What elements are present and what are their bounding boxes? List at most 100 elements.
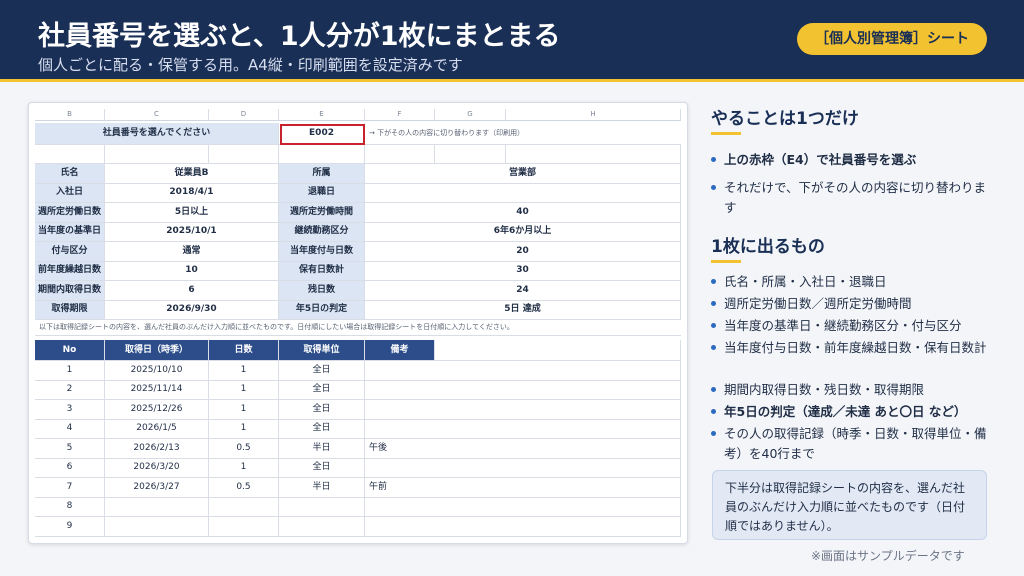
info-value[interactable]: 6 bbox=[105, 281, 279, 301]
record-no[interactable]: 1 bbox=[35, 361, 105, 381]
record-days[interactable]: 1 bbox=[209, 458, 279, 478]
info-value[interactable]: 5日 達成 bbox=[365, 300, 681, 320]
record-remark[interactable] bbox=[365, 380, 681, 400]
record-date[interactable]: 2026/3/20 bbox=[105, 458, 209, 478]
info-label[interactable]: 取得期限 bbox=[35, 300, 105, 320]
info-label[interactable]: 継続勤務区分 bbox=[279, 222, 365, 242]
blank-cell[interactable] bbox=[365, 145, 435, 164]
blank-cell[interactable] bbox=[435, 340, 681, 361]
records-note[interactable]: 以下は取得記録シートの内容を、選んだ社員のぶんだけ入力順に並べたものです。日付順… bbox=[35, 320, 681, 336]
record-remark[interactable] bbox=[365, 400, 681, 420]
column-header-F[interactable]: F bbox=[365, 109, 435, 121]
info-label[interactable]: 保有日数計 bbox=[279, 261, 365, 281]
info-value[interactable]: 2025/10/1 bbox=[105, 222, 279, 242]
info-value[interactable]: 10 bbox=[105, 261, 279, 281]
record-unit[interactable]: 全日 bbox=[279, 361, 365, 381]
record-days[interactable]: 1 bbox=[209, 419, 279, 439]
record-no[interactable]: 4 bbox=[35, 419, 105, 439]
record-date[interactable]: 2026/2/13 bbox=[105, 439, 209, 459]
record-header-cell[interactable]: 備考 bbox=[365, 340, 435, 361]
record-days[interactable] bbox=[209, 517, 279, 537]
record-remark[interactable] bbox=[365, 497, 681, 517]
info-label[interactable]: 付与区分 bbox=[35, 242, 105, 262]
blank-cell[interactable] bbox=[506, 145, 681, 164]
info-value[interactable]: 30 bbox=[365, 261, 681, 281]
column-header-C[interactable]: C bbox=[105, 109, 209, 121]
record-unit[interactable]: 全日 bbox=[279, 419, 365, 439]
record-header-cell[interactable]: 取得単位 bbox=[279, 340, 365, 361]
record-remark[interactable]: 午後 bbox=[365, 439, 681, 459]
employee-prompt-label[interactable]: 社員番号を選んでください bbox=[35, 123, 279, 145]
blank-cell[interactable] bbox=[105, 145, 209, 164]
info-label[interactable]: 年5日の判定 bbox=[279, 300, 365, 320]
record-unit[interactable] bbox=[279, 517, 365, 537]
record-days[interactable] bbox=[209, 497, 279, 517]
column-header-G[interactable]: G bbox=[435, 109, 506, 121]
info-label[interactable]: 期間内取得日数 bbox=[35, 281, 105, 301]
info-value[interactable]: 40 bbox=[365, 203, 681, 223]
record-remark[interactable] bbox=[365, 419, 681, 439]
record-date[interactable]: 2026/3/27 bbox=[105, 478, 209, 498]
record-days[interactable]: 1 bbox=[209, 361, 279, 381]
record-remark[interactable]: 午前 bbox=[365, 478, 681, 498]
record-date[interactable]: 2026/1/5 bbox=[105, 419, 209, 439]
blank-cell[interactable] bbox=[35, 145, 105, 164]
info-value[interactable]: 従業員B bbox=[105, 164, 279, 184]
record-date[interactable]: 2025/11/14 bbox=[105, 380, 209, 400]
record-days[interactable]: 0.5 bbox=[209, 478, 279, 498]
record-no[interactable]: 9 bbox=[35, 517, 105, 537]
info-label[interactable]: 退職日 bbox=[279, 183, 365, 203]
info-label[interactable]: 前年度繰越日数 bbox=[35, 261, 105, 281]
info-value[interactable]: 2026/9/30 bbox=[105, 300, 279, 320]
record-header-cell[interactable]: 日数 bbox=[209, 340, 279, 361]
column-header-H[interactable]: H bbox=[506, 109, 681, 121]
record-date[interactable] bbox=[105, 497, 209, 517]
info-label[interactable]: 週所定労働時間 bbox=[279, 203, 365, 223]
record-unit[interactable]: 全日 bbox=[279, 458, 365, 478]
record-remark[interactable] bbox=[365, 458, 681, 478]
record-no[interactable]: 6 bbox=[35, 458, 105, 478]
record-days[interactable]: 1 bbox=[209, 380, 279, 400]
column-header-D[interactable]: D bbox=[209, 109, 279, 121]
info-value[interactable]: 6年6か月以上 bbox=[365, 222, 681, 242]
record-remark[interactable] bbox=[365, 517, 681, 537]
blank-cell[interactable] bbox=[435, 145, 506, 164]
info-value[interactable]: 20 bbox=[365, 242, 681, 262]
record-no[interactable]: 3 bbox=[35, 400, 105, 420]
info-value[interactable]: 2018/4/1 bbox=[105, 183, 279, 203]
info-label[interactable]: 週所定労働日数 bbox=[35, 203, 105, 223]
record-no[interactable]: 8 bbox=[35, 497, 105, 517]
record-remark[interactable] bbox=[365, 361, 681, 381]
record-days[interactable]: 0.5 bbox=[209, 439, 279, 459]
info-value[interactable]: 24 bbox=[365, 281, 681, 301]
info-value[interactable]: 営業部 bbox=[365, 164, 681, 184]
record-header-cell[interactable]: 取得日（時季） bbox=[105, 340, 209, 361]
info-label[interactable]: 残日数 bbox=[279, 281, 365, 301]
record-unit[interactable]: 半日 bbox=[279, 439, 365, 459]
info-label[interactable]: 入社日 bbox=[35, 183, 105, 203]
record-date[interactable]: 2025/12/26 bbox=[105, 400, 209, 420]
record-no[interactable]: 5 bbox=[35, 439, 105, 459]
record-unit[interactable]: 全日 bbox=[279, 400, 365, 420]
info-value[interactable] bbox=[365, 183, 681, 203]
record-unit[interactable]: 全日 bbox=[279, 380, 365, 400]
record-unit[interactable] bbox=[279, 497, 365, 517]
info-value[interactable]: 5日以上 bbox=[105, 203, 279, 223]
record-date[interactable] bbox=[105, 517, 209, 537]
blank-cell[interactable] bbox=[209, 145, 279, 164]
blank-cell[interactable] bbox=[279, 145, 365, 164]
info-label[interactable]: 当年度の基準日 bbox=[35, 222, 105, 242]
record-no[interactable]: 2 bbox=[35, 380, 105, 400]
record-header-cell[interactable]: No bbox=[35, 340, 105, 361]
selector-hint[interactable]: → 下がその人の内容に切り替わります（印刷用） bbox=[365, 123, 681, 145]
record-date[interactable]: 2025/10/10 bbox=[105, 361, 209, 381]
record-no[interactable]: 7 bbox=[35, 478, 105, 498]
info-value[interactable]: 通常 bbox=[105, 242, 279, 262]
info-label[interactable]: 所属 bbox=[279, 164, 365, 184]
record-days[interactable]: 1 bbox=[209, 400, 279, 420]
info-label[interactable]: 氏名 bbox=[35, 164, 105, 184]
record-unit[interactable]: 半日 bbox=[279, 478, 365, 498]
info-label[interactable]: 当年度付与日数 bbox=[279, 242, 365, 262]
column-header-E[interactable]: E bbox=[279, 109, 365, 121]
column-header-B[interactable]: B bbox=[35, 109, 105, 121]
